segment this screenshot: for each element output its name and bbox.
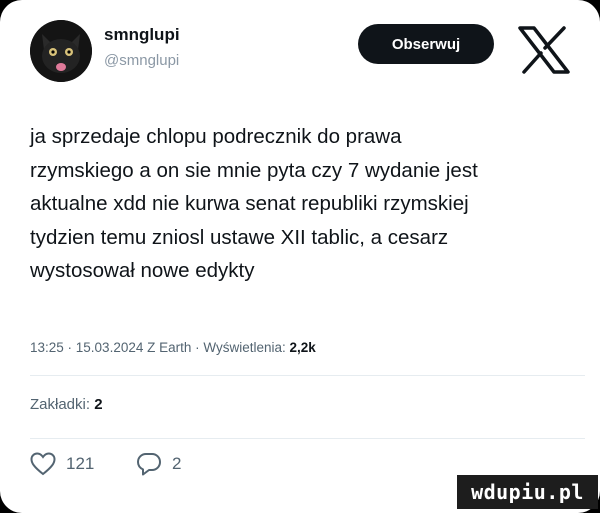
like-count: 121	[66, 454, 95, 473]
divider	[30, 438, 585, 439]
display-name[interactable]: smnglupi	[104, 25, 180, 45]
tweet-card: smnglupi @smnglupi Obserwuj ja sprzedaje…	[0, 0, 600, 513]
bookmarks-stat[interactable]: Zakładki: 2	[30, 396, 103, 413]
cat-avatar-icon	[30, 20, 92, 82]
reply-bubble-icon	[137, 453, 161, 476]
tweet-text: ja sprzedaje chlopu podrecznik do prawa …	[30, 125, 478, 282]
tweet-meta: 13:25 · 15.03.2024 Z Earth · Wyświetleni…	[30, 340, 316, 355]
reply-button[interactable]: 2	[136, 452, 181, 476]
divider	[30, 375, 585, 376]
handle[interactable]: @smnglupi	[104, 52, 179, 69]
view-count: 2,2k	[289, 340, 316, 355]
heart-icon	[30, 452, 56, 476]
timestamp-source[interactable]: 13:25 · 15.03.2024 Z Earth · Wyświetleni…	[30, 340, 290, 355]
like-button[interactable]: 121	[30, 452, 94, 476]
bookmarks-label: Zakładki:	[30, 396, 95, 413]
reply-count: 2	[172, 454, 182, 473]
follow-button[interactable]: Obserwuj	[358, 24, 494, 64]
watermark-logo: wdupiu.pl	[457, 475, 598, 509]
avatar[interactable]	[30, 20, 92, 82]
x-logo-icon	[518, 26, 570, 74]
bookmarks-count: 2	[94, 396, 103, 413]
